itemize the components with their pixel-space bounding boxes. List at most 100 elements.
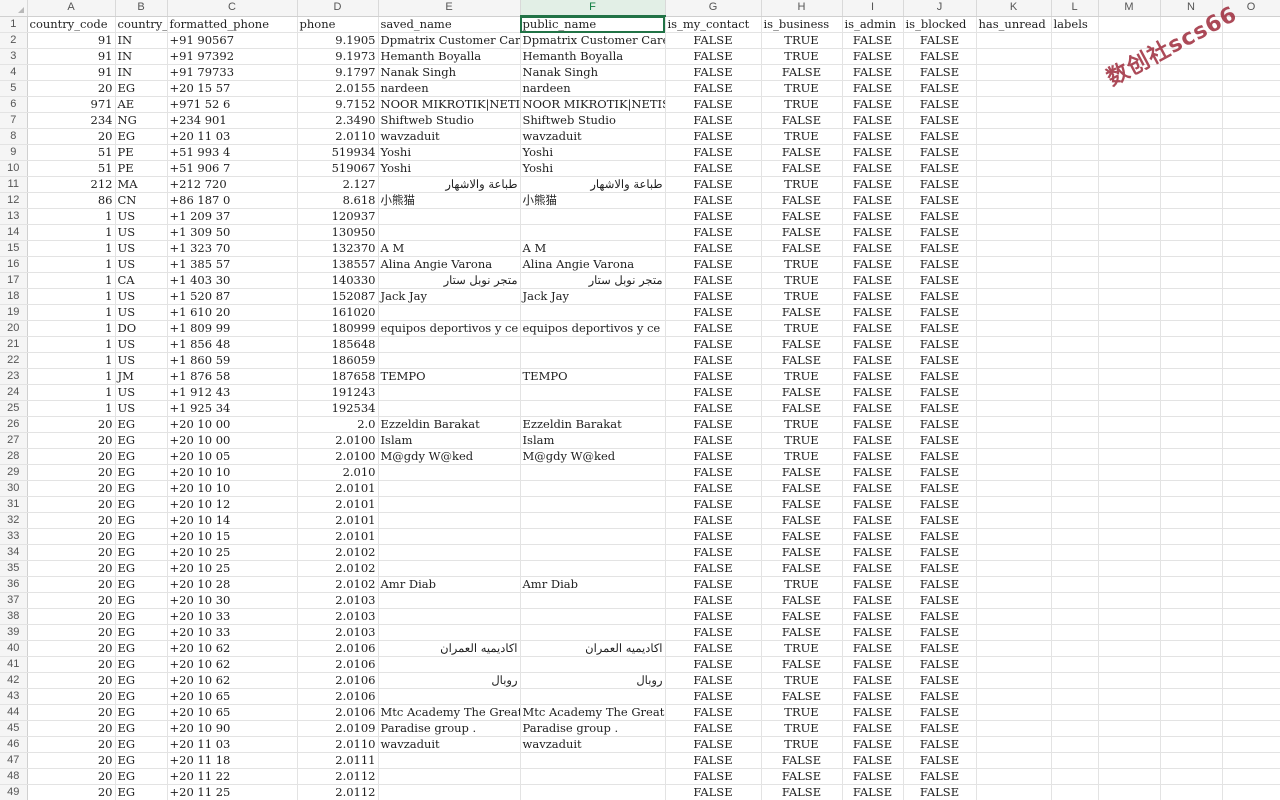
cell-is-admin[interactable]: FALSE [842,112,904,129]
empty-cell[interactable] [1098,752,1161,769]
empty-cell[interactable] [1222,416,1280,433]
cell-is-my-contact[interactable]: FALSE [665,736,762,753]
cell-is-blocked[interactable]: FALSE [903,544,977,561]
cell-is-business[interactable]: TRUE [761,80,843,97]
empty-cell[interactable] [1222,336,1280,353]
cell-country-code[interactable]: 1 [27,384,116,401]
cell-formatted-phone[interactable]: +20 10 30 [167,592,298,609]
empty-cell[interactable] [976,688,1052,705]
cell-country-code[interactable]: 1 [27,240,116,257]
empty-cell[interactable] [976,496,1052,513]
cell-is-business[interactable]: TRUE [761,272,843,289]
empty-cell[interactable] [1098,576,1161,593]
empty-cell[interactable] [1222,96,1280,113]
cell-country-[interactable]: US [115,256,168,273]
cell-is-blocked[interactable]: FALSE [903,784,977,800]
empty-cell[interactable] [1160,704,1223,721]
empty-cell[interactable] [1160,16,1223,33]
empty-cell[interactable] [1051,432,1099,449]
cell-saved-name[interactable] [378,656,521,673]
cell-phone[interactable]: 2.0110 [297,736,379,753]
empty-cell[interactable] [976,96,1052,113]
cell-public-name[interactable]: Paradise group . [520,720,666,737]
cell-formatted-phone[interactable]: +1 403 30 [167,272,298,289]
cell-is-admin[interactable]: FALSE [842,80,904,97]
cell-is-blocked[interactable]: FALSE [903,128,977,145]
empty-cell[interactable] [1051,48,1099,65]
cell-is-blocked[interactable]: FALSE [903,400,977,417]
cell-is-blocked[interactable]: FALSE [903,192,977,209]
cell-is-business[interactable]: FALSE [761,592,843,609]
cell-is-admin[interactable]: FALSE [842,32,904,49]
cell-public-name[interactable]: 小熊猫 [520,192,666,209]
empty-cell[interactable] [1160,784,1223,800]
cell-saved-name[interactable]: equipos deportivos y ce [378,320,521,337]
cell-is-admin[interactable]: FALSE [842,96,904,113]
empty-cell[interactable] [976,528,1052,545]
cell-formatted-phone[interactable]: +20 10 25 [167,560,298,577]
empty-cell[interactable] [1051,32,1099,49]
empty-cell[interactable] [1098,624,1161,641]
cell-country-[interactable]: EG [115,784,168,800]
cell-phone[interactable]: 8.618 [297,192,379,209]
cell-is-blocked[interactable]: FALSE [903,768,977,785]
cell-public-name[interactable] [520,224,666,241]
empty-cell[interactable] [1098,240,1161,257]
empty-cell[interactable] [1222,208,1280,225]
cell-is-admin[interactable]: FALSE [842,656,904,673]
cell-is-admin[interactable]: FALSE [842,128,904,145]
cell-formatted-phone[interactable]: +20 15 57 [167,80,298,97]
empty-cell[interactable] [976,784,1052,800]
cell-country-[interactable]: AE [115,96,168,113]
cell-saved-name[interactable] [378,768,521,785]
cell-country-code[interactable]: 971 [27,96,116,113]
cell-is-blocked[interactable]: FALSE [903,64,977,81]
empty-cell[interactable] [976,720,1052,737]
cell-formatted-phone[interactable]: +20 11 03 [167,128,298,145]
cell-is-admin[interactable]: FALSE [842,448,904,465]
empty-cell[interactable] [1222,736,1280,753]
cell-is-business[interactable]: TRUE [761,704,843,721]
cell-country-[interactable]: US [115,336,168,353]
cell-public-name[interactable] [520,208,666,225]
cell-is-my-contact[interactable]: FALSE [665,336,762,353]
row-header-20[interactable]: 20 [0,320,28,337]
empty-cell[interactable] [1222,64,1280,81]
empty-cell[interactable] [1160,352,1223,369]
empty-cell[interactable] [1098,736,1161,753]
cell-country-code[interactable]: 20 [27,640,116,657]
cell-saved-name[interactable] [378,400,521,417]
cell-is-my-contact[interactable]: FALSE [665,608,762,625]
cell-saved-name[interactable]: NOOR MIKROTIK|NETIS|HA [378,96,521,113]
cell-is-business[interactable]: FALSE [761,112,843,129]
empty-cell[interactable] [1098,176,1161,193]
empty-cell[interactable] [1051,192,1099,209]
empty-cell[interactable] [976,752,1052,769]
cell-phone[interactable]: 2.0109 [297,720,379,737]
empty-cell[interactable] [1160,32,1223,49]
empty-cell[interactable] [976,160,1052,177]
cell-formatted-phone[interactable]: +20 10 90 [167,720,298,737]
cell-formatted-phone[interactable]: +51 906 7 [167,160,298,177]
cell-saved-name[interactable] [378,608,521,625]
empty-cell[interactable] [1098,160,1161,177]
cell-public-name[interactable] [520,512,666,529]
field-header-cell[interactable]: is_business [761,16,843,33]
cell-public-name[interactable]: Hemanth Boyalla [520,48,666,65]
empty-cell[interactable] [1051,368,1099,385]
empty-cell[interactable] [1051,272,1099,289]
empty-cell[interactable] [1051,352,1099,369]
cell-is-my-contact[interactable]: FALSE [665,240,762,257]
row-header-10[interactable]: 10 [0,160,28,177]
empty-cell[interactable] [1222,320,1280,337]
cell-country-code[interactable]: 20 [27,464,116,481]
cell-formatted-phone[interactable]: +1 876 58 [167,368,298,385]
empty-cell[interactable] [1222,544,1280,561]
cell-is-business[interactable]: TRUE [761,320,843,337]
cell-country-code[interactable]: 51 [27,160,116,177]
empty-cell[interactable] [976,384,1052,401]
cell-is-business[interactable]: FALSE [761,480,843,497]
cell-is-business[interactable]: TRUE [761,176,843,193]
row-header-15[interactable]: 15 [0,240,28,257]
cell-formatted-phone[interactable]: +1 856 48 [167,336,298,353]
